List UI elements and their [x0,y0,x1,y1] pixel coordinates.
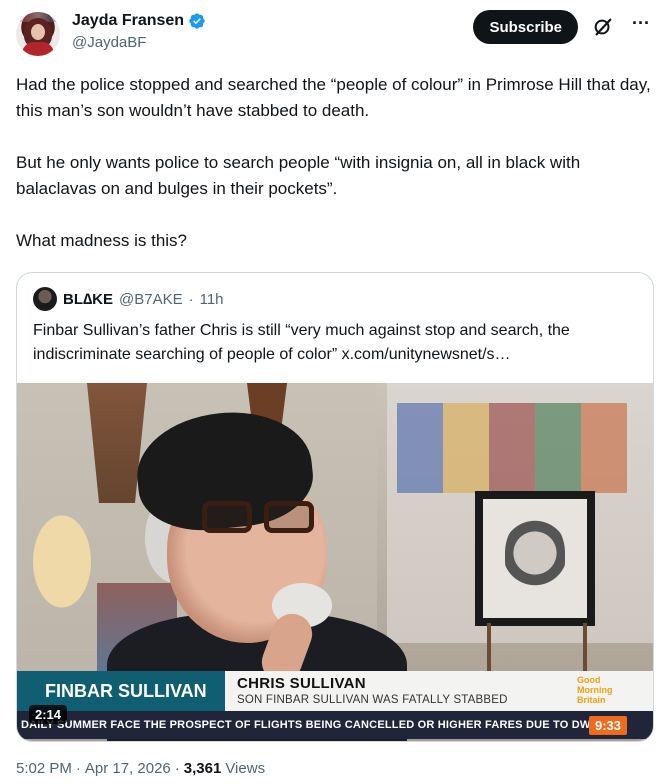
video-duration-badge: 2:14 [29,705,68,724]
tweet-paragraph: Had the police stopped and searched the … [16,75,651,120]
glasses [202,501,322,535]
tweet-time[interactable]: 5:02 PM [16,760,72,777]
quoted-author-avatar[interactable] [33,287,57,311]
views-count: 3,361 [183,760,222,777]
tweet-date[interactable]: Apr 17, 2026 [85,760,171,777]
verified-badge-icon [189,13,205,29]
quoted-author-handle[interactable]: @B7AKE [119,291,183,308]
logo-line: Britain [577,695,606,705]
lamp [17,503,107,633]
ticker-text: DAILY SUMMER FACE THE PROSPECT OF FLIGHT… [21,719,589,731]
framed-portrait [475,491,595,626]
lower-third: FINBAR SULLIVAN CHRIS SULLIVAN SON FINBA… [17,671,653,711]
glasses-lens [202,501,252,533]
tweet-paragraph: But he only wants police to search peopl… [16,153,581,198]
video-player[interactable]: FINBAR SULLIVAN CHRIS SULLIVAN SON FINBA… [17,383,653,741]
avatar-shirt [22,42,54,56]
author-name-row: Jayda Fransen [72,12,206,30]
grok-icon[interactable] [592,16,614,38]
separator: · [75,760,81,777]
tweet-text: Had the police stopped and searched the … [16,72,656,254]
subscribe-button[interactable]: Subscribe [473,10,578,44]
more-options-icon[interactable]: ··· [630,14,652,38]
lower-third-caption: CHRIS SULLIVAN SON FINBAR SULLIVAN WAS F… [225,671,569,711]
quoted-tweet-header: BL∆KE @B7AKE · 11h [33,287,224,311]
quoted-tweet[interactable]: BL∆KE @B7AKE · 11h Finbar Sullivan’s fat… [16,272,654,742]
logo-line: Morning [577,685,613,695]
lower-third-subtitle: SON FINBAR SULLIVAN WAS FATALLY STABBED [237,694,508,706]
glasses-lens [264,501,314,533]
quoted-tweet-text: Finbar Sullivan’s father Chris is still … [33,322,570,363]
tweet-header: Jayda Fransen @JaydaBF Subscribe ··· [16,8,658,56]
portrait-canvas [483,499,587,618]
ticker-clock: 9:33 [588,715,627,735]
background-paintings [397,403,627,493]
logo-line: Good [577,675,601,685]
quoted-tweet-age[interactable]: 11h [200,291,224,308]
tweet-timestamp-row: 5:02 PM · Apr 17, 2026 · 3,361 Views [16,760,265,777]
avatar-face [31,24,45,40]
views-label: Views [225,760,266,777]
author-display-name[interactable]: Jayda Fransen [72,12,184,30]
author-avatar[interactable] [16,12,60,56]
separator: · [174,760,180,777]
gmb-logo: Good Morning Britain [569,671,653,711]
lower-third-title: CHRIS SULLIVAN [237,675,366,692]
portrait-face [505,517,565,597]
quoted-author-name[interactable]: BL∆KE [63,291,113,308]
separator: · [188,290,194,308]
news-ticker: DAILY SUMMER FACE THE PROSPECT OF FLIGHT… [17,711,653,739]
tweet-paragraph: What madness is this? [16,231,188,250]
author-handle[interactable]: @JaydaBF [72,34,146,51]
